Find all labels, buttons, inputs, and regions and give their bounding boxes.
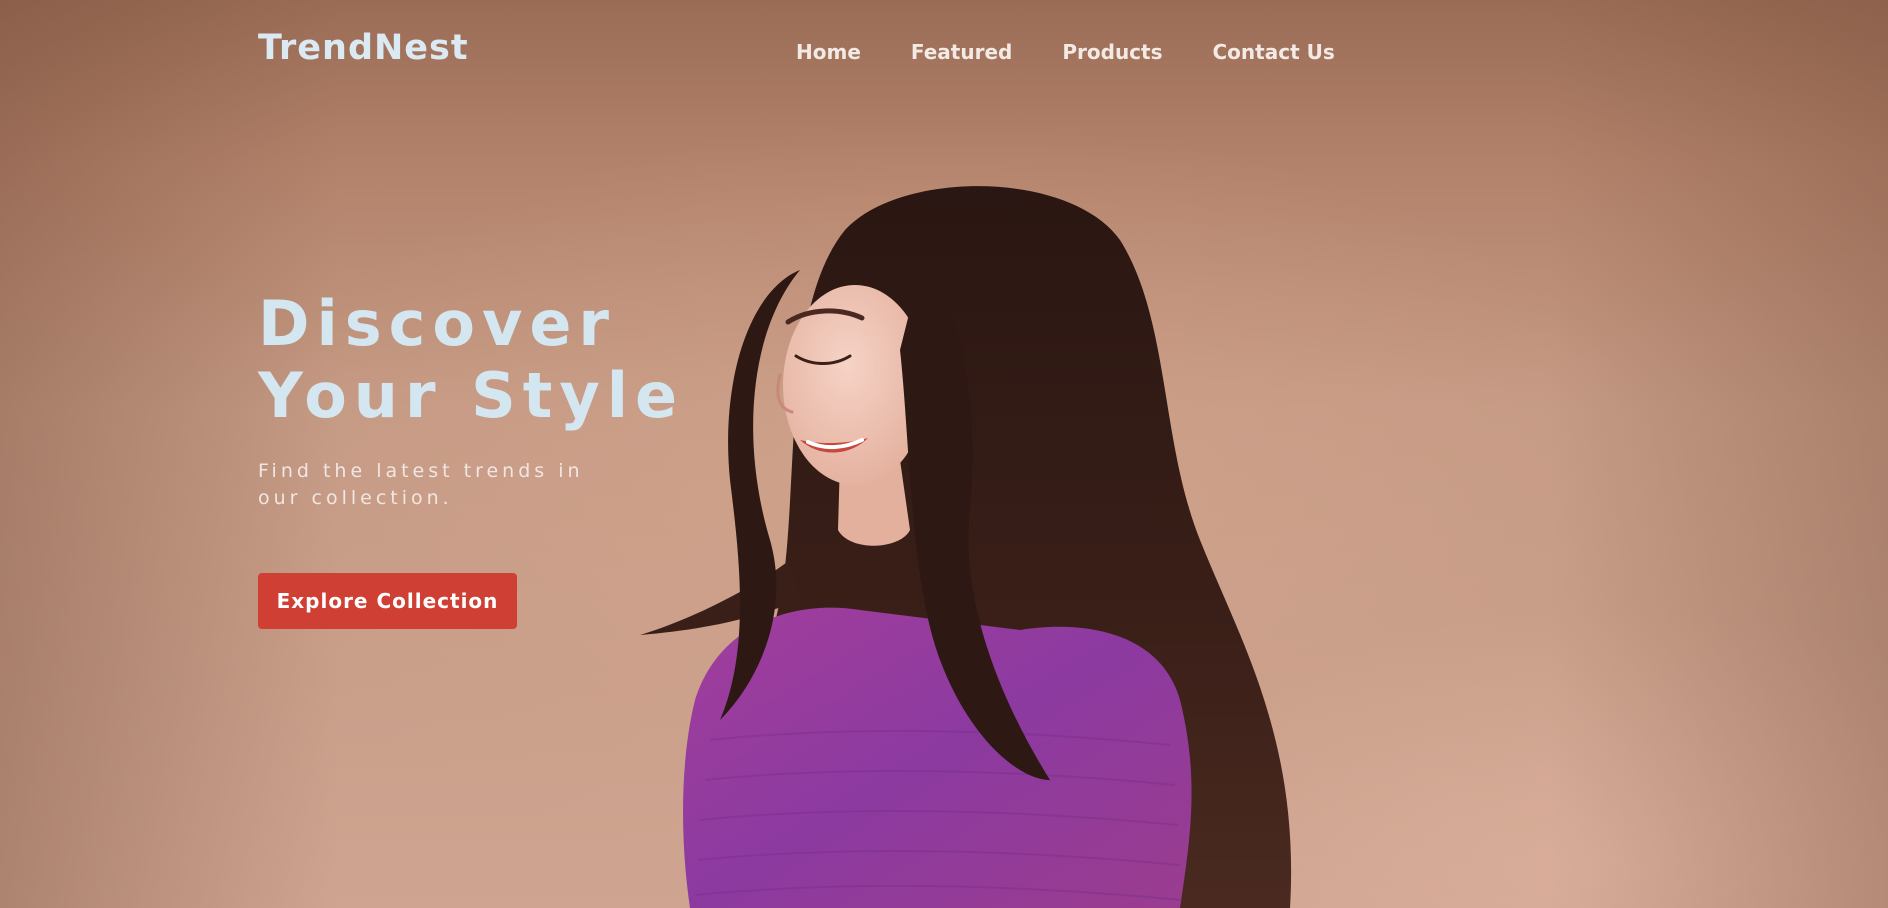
- navbar: TrendNest Home Featured Products Contact…: [0, 0, 1888, 104]
- nav-item-contact-us[interactable]: Contact Us: [1213, 40, 1335, 64]
- hero-subtitle: Find the latest trends in our collection…: [258, 460, 584, 509]
- nav-item-products[interactable]: Products: [1062, 40, 1162, 64]
- explore-collection-button[interactable]: Explore Collection: [258, 573, 517, 629]
- hero-title: Discover Your Style: [258, 287, 685, 432]
- nav-item-featured[interactable]: Featured: [911, 40, 1012, 64]
- nav-item-home[interactable]: Home: [796, 40, 861, 64]
- brand-logo[interactable]: TrendNest: [258, 28, 469, 68]
- hero-section: TrendNest Home Featured Products Contact…: [0, 0, 1888, 908]
- nav-menu: Home Featured Products Contact Us: [796, 40, 1335, 64]
